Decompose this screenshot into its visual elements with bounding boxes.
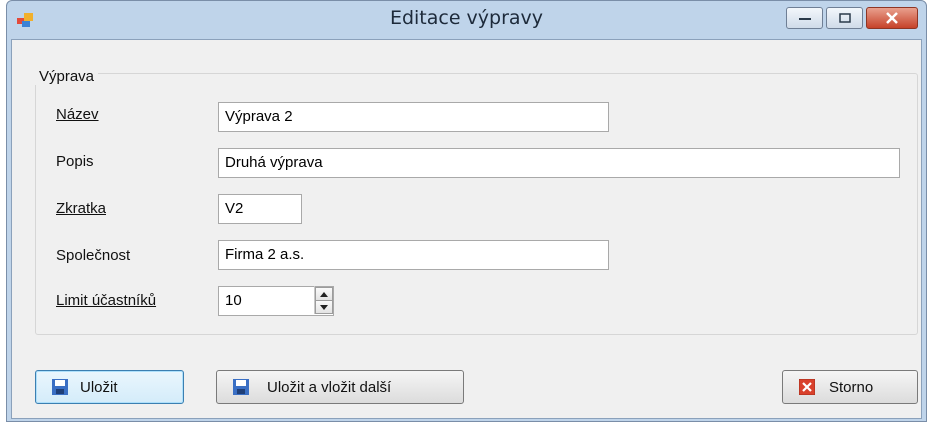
- spolecnost-label: Společnost: [56, 247, 131, 264]
- maximize-icon: [838, 13, 851, 23]
- close-button[interactable]: [866, 7, 918, 29]
- floppy-disk-icon: [52, 379, 68, 395]
- limit-spin-control: [314, 286, 333, 314]
- spolecnost-input[interactable]: Firma 2 a.s.: [218, 240, 609, 270]
- close-icon: [886, 12, 898, 24]
- minimize-icon: [798, 18, 811, 20]
- save-button[interactable]: Uložit: [35, 370, 184, 404]
- zkratka-input[interactable]: V2: [218, 194, 302, 224]
- popis-input[interactable]: Druhá výprava: [218, 148, 900, 178]
- chevron-down-icon: [320, 304, 328, 310]
- cancel-x-icon: [799, 379, 815, 395]
- spin-down-button[interactable]: [315, 300, 333, 314]
- spin-up-button[interactable]: [315, 287, 333, 301]
- zkratka-label: Zkratka: [56, 200, 107, 217]
- maximize-button[interactable]: [826, 7, 863, 29]
- save-and-add-next-button[interactable]: Uložit a vložit další: [216, 370, 464, 404]
- groupbox-legend: Výprava: [35, 68, 99, 85]
- save-button-label: Uložit: [80, 379, 118, 396]
- popis-label: Popis: [56, 153, 94, 170]
- save-and-add-next-label: Uložit a vložit další: [267, 379, 392, 396]
- nazev-input[interactable]: Výprava 2: [218, 102, 609, 132]
- edit-dialog-window: Editace výpravy Výprava Název Výprava 2 …: [6, 0, 927, 422]
- floppy-disk-icon: [233, 379, 249, 395]
- dialog-client-area: Výprava Název Výprava 2 Popis Druhá výpr…: [11, 39, 922, 419]
- cancel-button[interactable]: Storno: [782, 370, 918, 404]
- title-bar[interactable]: Editace výpravy: [7, 1, 926, 39]
- limit-label: Limit účastníků: [56, 292, 157, 309]
- cancel-button-label: Storno: [829, 379, 874, 396]
- nazev-label: Název: [56, 106, 99, 123]
- chevron-up-icon: [320, 291, 328, 297]
- minimize-button[interactable]: [786, 7, 823, 29]
